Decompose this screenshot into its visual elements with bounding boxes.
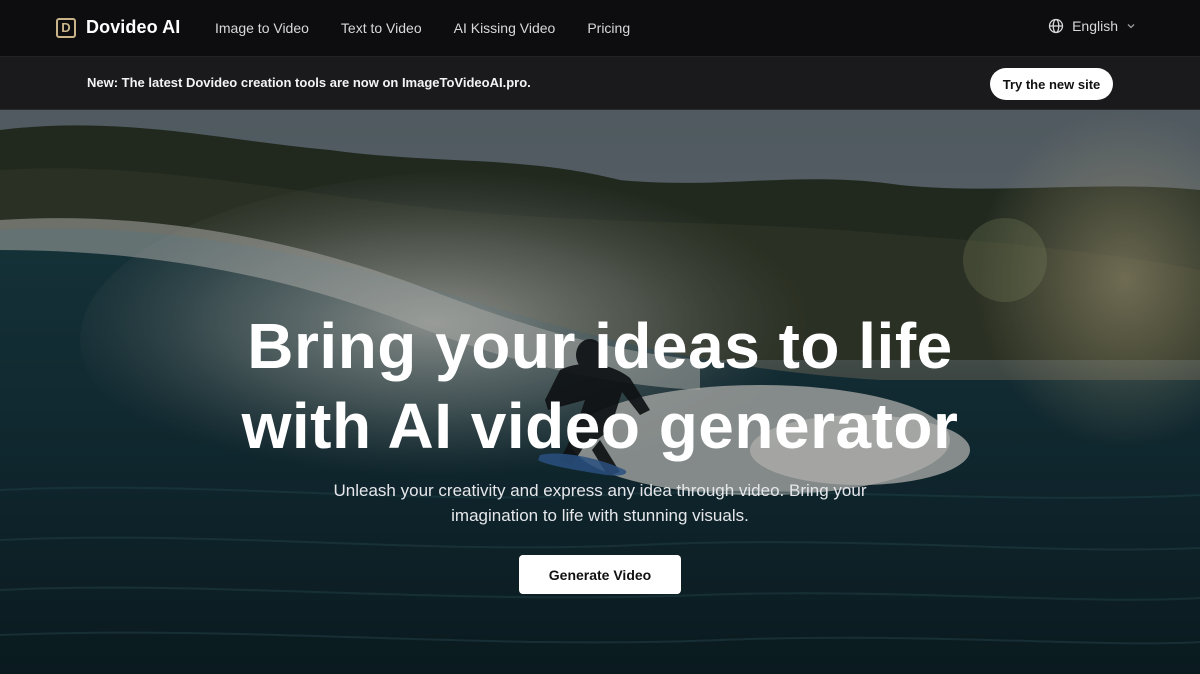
announcement-text: New: The latest Dovideo creation tools a… <box>87 75 531 90</box>
hero-subtitle-line-2: imagination to life with stunning visual… <box>451 506 749 525</box>
nav-link-pricing[interactable]: Pricing <box>587 20 630 36</box>
language-selector[interactable]: English <box>1048 18 1136 34</box>
hero-subtitle-line-1: Unleash your creativity and express any … <box>333 481 867 500</box>
top-navbar: D Dovideo AI Image to Video Text to Vide… <box>0 0 1200 56</box>
globe-icon <box>1048 18 1064 34</box>
brand[interactable]: D Dovideo AI <box>56 17 180 38</box>
try-new-site-button[interactable]: Try the new site <box>990 68 1113 100</box>
hero-title-line-2: with AI video generator <box>241 390 959 462</box>
generate-video-button[interactable]: Generate Video <box>519 555 681 594</box>
nav-links: Image to Video Text to Video AI Kissing … <box>215 0 662 56</box>
nav-link-text-to-video[interactable]: Text to Video <box>341 20 422 36</box>
nav-link-ai-kissing-video[interactable]: AI Kissing Video <box>454 20 556 36</box>
logo-icon: D <box>56 17 76 38</box>
brand-name: Dovideo AI <box>86 17 181 37</box>
announcement-bar: New: The latest Dovideo creation tools a… <box>0 56 1200 110</box>
nav-link-image-to-video[interactable]: Image to Video <box>215 20 309 36</box>
hero-title: Bring your ideas to life with AI video g… <box>0 306 1200 466</box>
chevron-down-icon <box>1127 24 1135 29</box>
hero-title-line-1: Bring your ideas to life <box>247 310 953 382</box>
language-label: English <box>1072 18 1118 34</box>
hero-section: Bring your ideas to life with AI video g… <box>0 110 1200 674</box>
hero-subtitle: Unleash your creativity and express any … <box>290 478 910 528</box>
